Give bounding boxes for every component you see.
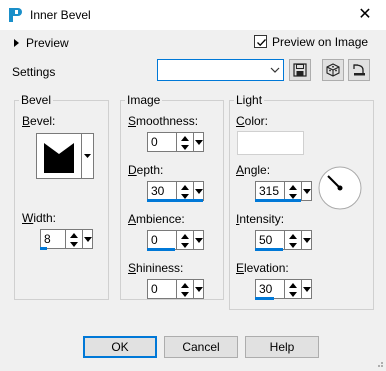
help-button[interactable]: Help: [245, 336, 319, 358]
spin-arrows-icon: [181, 234, 189, 248]
save-preset-button[interactable]: [289, 59, 311, 81]
ambience-slider-dropdown[interactable]: [194, 230, 204, 250]
dropdown-arrow-icon: [195, 287, 203, 292]
elevation-progress-bar: [255, 297, 274, 300]
shininess-spinner[interactable]: [177, 279, 194, 299]
spin-arrows-icon: [289, 234, 297, 248]
spin-arrows-icon: [181, 283, 189, 297]
angle-slider-dropdown[interactable]: [302, 181, 312, 201]
intensity-spinner[interactable]: [285, 230, 302, 250]
elevation-label: Elevation:: [236, 261, 289, 275]
bevel-label: Bevel:: [22, 114, 56, 128]
dropdown-arrow-icon: [303, 238, 311, 243]
close-icon: ✕: [358, 6, 372, 23]
dropdown-arrow-icon: [303, 189, 311, 194]
angle-label: Angle:: [236, 163, 271, 177]
depth-spinner[interactable]: [177, 181, 194, 201]
shininess-input[interactable]: 0: [147, 279, 177, 299]
preview-on-image-label: Preview on Image: [272, 35, 369, 49]
smoothness-label: Smoothness:: [128, 114, 199, 128]
intensity-slider-dropdown[interactable]: [302, 230, 312, 250]
bevel-dropdown[interactable]: [82, 133, 94, 179]
dropdown-arrow-icon: [195, 189, 203, 194]
spin-arrows-icon: [181, 136, 189, 150]
angle-spinner[interactable]: [285, 181, 302, 201]
intensity-label: Intensity:: [236, 212, 285, 226]
checkbox-check-icon: [257, 39, 266, 47]
width-spinner[interactable]: [66, 229, 83, 249]
ambience-progress-bar: [147, 248, 175, 251]
width-input[interactable]: 8: [40, 229, 66, 249]
dropdown-arrow-icon: [195, 140, 203, 145]
depth-progress-bar: [147, 199, 203, 202]
reset-button[interactable]: [348, 59, 370, 81]
spin-arrows-icon: [289, 283, 297, 297]
angle-dial[interactable]: [317, 165, 363, 211]
angle-progress-bar: [255, 199, 301, 202]
light-color-swatch[interactable]: [237, 131, 304, 155]
ambience-input[interactable]: 0: [147, 230, 177, 250]
ambience-label: Ambience:: [128, 212, 185, 226]
dropdown-arrow-icon: [84, 237, 92, 242]
smoothness-input[interactable]: 0: [147, 132, 177, 152]
shininess-label: Shininess:: [128, 261, 184, 275]
bevel-group: [14, 100, 109, 300]
intensity-progress-bar: [255, 248, 283, 251]
depth-slider-dropdown[interactable]: [194, 181, 204, 201]
shininess-slider-dropdown[interactable]: [194, 279, 204, 299]
bevel-shape-picker[interactable]: [36, 133, 82, 179]
intensity-input[interactable]: 50: [255, 230, 285, 250]
angle-input[interactable]: 315: [255, 181, 285, 201]
smoothness-slider-dropdown[interactable]: [194, 132, 204, 152]
settings-combo[interactable]: [157, 59, 284, 81]
dropdown-arrow-icon[interactable]: [267, 60, 283, 80]
image-group-title: Image: [125, 93, 163, 107]
window-title: Inner Bevel: [30, 8, 91, 22]
elevation-spinner[interactable]: [285, 279, 302, 299]
bevel-shape-icon: [44, 143, 74, 173]
dropdown-arrow-icon: [303, 287, 311, 292]
expand-arrow-icon: [14, 39, 19, 47]
elevation-slider-dropdown[interactable]: [302, 279, 312, 299]
depth-input[interactable]: 30: [147, 181, 177, 201]
close-button[interactable]: ✕: [350, 3, 380, 27]
preset-resource-button[interactable]: [322, 59, 344, 81]
light-group-title: Light: [234, 93, 265, 107]
reset-icon: [353, 64, 365, 76]
width-slider-dropdown[interactable]: [83, 229, 93, 249]
dropdown-arrow-icon: [84, 154, 91, 158]
depth-label: Depth:: [128, 163, 164, 177]
cube-icon: [326, 63, 340, 77]
ok-button[interactable]: OK: [83, 336, 157, 358]
preview-label: Preview: [26, 36, 69, 50]
elevation-input[interactable]: 30: [255, 279, 285, 299]
width-label: Width:: [22, 211, 57, 225]
app-icon: [8, 7, 24, 23]
dropdown-arrow-icon: [195, 238, 203, 243]
smoothness-spinner[interactable]: [177, 132, 194, 152]
cancel-button[interactable]: Cancel: [164, 336, 238, 358]
angle-dial-icon: [318, 166, 362, 210]
settings-label: Settings: [12, 65, 56, 79]
resize-grip[interactable]: [374, 357, 384, 367]
spin-arrows-icon: [70, 233, 78, 247]
save-preset-icon: [293, 63, 307, 77]
bevel-group-title: Bevel: [19, 93, 54, 107]
checkbox-box[interactable]: [254, 35, 267, 48]
width-progress-bar: [40, 247, 47, 250]
color-label: Color:: [236, 114, 269, 128]
ambience-spinner[interactable]: [177, 230, 194, 250]
